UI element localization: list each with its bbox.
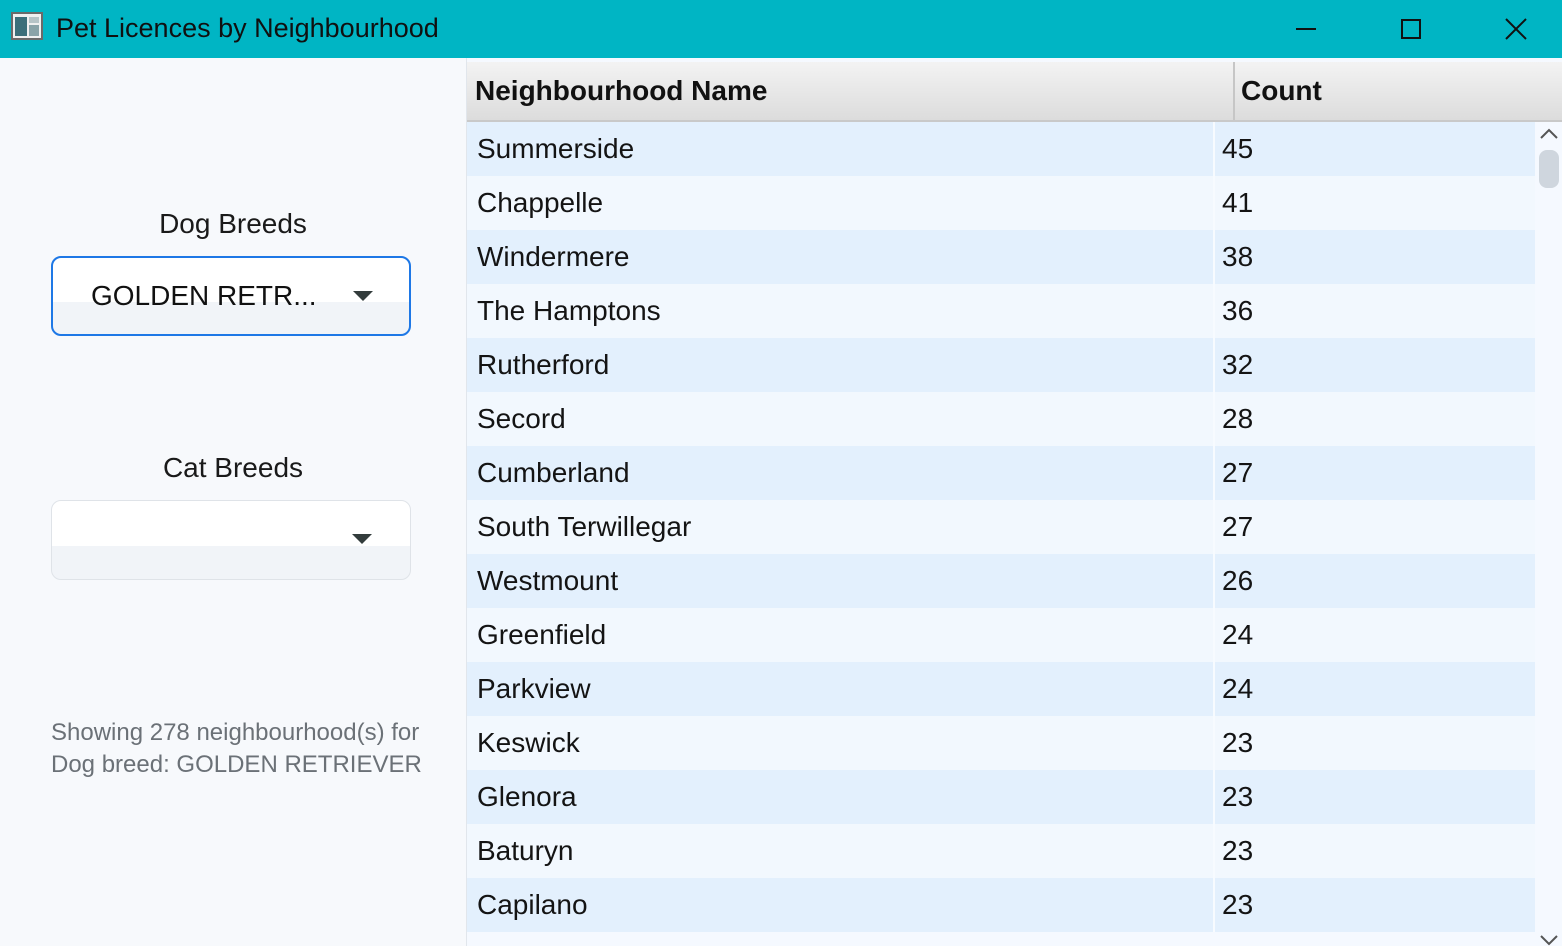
cell-neighbourhood-name: Parkview [477,673,591,704]
table-row[interactable]: Parkview 24 [467,662,1535,716]
column-divider [1213,500,1215,554]
minimize-icon [1295,28,1316,30]
cell-neighbourhood-name: Westmount [477,565,619,596]
cell-count: 27 [1222,511,1254,542]
cell-neighbourhood-name: Cumberland [477,457,630,488]
table-row[interactable]: Glenora 23 [467,770,1535,824]
column-header-neighbourhood-name[interactable]: Neighbourhood Name [467,62,1235,120]
table-row[interactable]: Cumberland 27 [467,446,1535,500]
cell-neighbourhood-name: Summerside [477,133,635,164]
cell-count: 41 [1222,187,1254,218]
column-divider [1213,716,1215,770]
table-row[interactable]: Keswick 23 [467,716,1535,770]
dog-breeds-selected-value: GOLDEN RETR... [91,280,317,311]
cell-count: 23 [1222,727,1254,758]
table-header: Neighbourhood Name Count [467,62,1562,122]
table-row[interactable]: South Terwillegar 27 [467,500,1535,554]
column-divider [1213,608,1215,662]
column-divider [1213,122,1215,176]
table-body: Summerside 45 Chappelle 41 Windermere 38 The H… [467,122,1535,932]
column-divider [1213,770,1215,824]
column-divider [1213,176,1215,230]
cell-neighbourhood-name: Rutherford [477,349,610,380]
table-row[interactable]: Baturyn 23 [467,824,1535,878]
cat-breeds-label: Cat Breeds [162,452,304,483]
column-divider [1213,338,1215,392]
cell-neighbourhood-name: Capilano [477,889,588,920]
table-row[interactable]: Capilano 23 [467,878,1535,932]
cell-neighbourhood-name: Keswick [477,727,580,758]
table-row[interactable]: Rutherford 32 [467,338,1535,392]
status-message: Showing 278 neighbourhood(s) for Dog bre… [51,719,422,778]
cell-neighbourhood-name: Greenfield [477,619,607,650]
scroll-down-icon[interactable] [1539,934,1559,946]
window-title: Pet Licences by Neighbourhood [56,13,439,43]
column-header-count[interactable]: Count [1235,62,1562,120]
table-row[interactable]: Westmount 26 [467,554,1535,608]
cell-count: 26 [1222,565,1254,596]
table-row[interactable]: Greenfield 24 [467,608,1535,662]
dog-breeds-dropdown[interactable]: GOLDEN RETR... [51,256,411,336]
filter-panel: Dog Breeds GOLDEN RETR... Cat Breeds Sho… [0,58,466,946]
cell-neighbourhood-name: Baturyn [477,835,574,866]
column-divider [1213,824,1215,878]
column-divider [1213,284,1215,338]
column-divider [1213,230,1215,284]
column-divider [1213,446,1215,500]
column-divider [1213,662,1215,716]
title-bar[interactable]: Pet Licences by Neighbourhood [0,0,1562,58]
maximize-button[interactable] [1358,0,1463,58]
cell-neighbourhood-name: Chappelle [477,187,604,218]
cell-neighbourhood-name: South Terwillegar [477,511,692,542]
cell-count: 32 [1222,349,1254,380]
cell-count: 24 [1222,619,1254,650]
chevron-down-icon [353,291,373,301]
minimize-button[interactable] [1253,0,1358,58]
cell-count: 38 [1222,241,1254,272]
close-button[interactable] [1463,0,1562,58]
cat-breeds-dropdown[interactable] [51,500,411,580]
cell-count: 28 [1222,403,1254,434]
column-divider [1213,554,1215,608]
close-icon [1504,18,1527,40]
table-row[interactable]: Summerside 45 [467,122,1535,176]
maximize-icon [1400,19,1421,39]
cell-count: 23 [1222,781,1254,812]
neighbourhood-table: Neighbourhood Name Count Summerside 45 Cha… [466,58,1562,946]
column-divider [1213,878,1215,932]
scrollbar-thumb[interactable] [1539,150,1559,188]
column-divider [1213,392,1215,446]
cell-neighbourhood-name: The Hamptons [477,295,661,326]
cell-count: 36 [1222,295,1254,326]
cell-count: 24 [1222,673,1254,704]
table-row[interactable]: Chappelle 41 [467,176,1535,230]
cell-neighbourhood-name: Windermere [477,241,630,272]
table-row[interactable]: Secord 28 [467,392,1535,446]
chevron-down-icon [352,534,372,544]
app-window-icon [11,12,43,40]
dog-breeds-label: Dog Breeds [159,208,307,239]
vertical-scrollbar[interactable] [1535,122,1562,946]
cell-count: 23 [1222,889,1254,920]
table-row[interactable]: The Hamptons 36 [467,284,1535,338]
app-window: Pet Licences by Neighbourhood Dog Breeds… [0,0,1562,946]
cell-count: 23 [1222,835,1254,866]
table-row[interactable]: Windermere 38 [467,230,1535,284]
cell-count: 27 [1222,457,1254,488]
cell-count: 45 [1222,133,1254,164]
cell-neighbourhood-name: Secord [477,403,566,434]
cell-neighbourhood-name: Glenora [477,781,577,812]
scroll-up-icon[interactable] [1539,126,1559,140]
